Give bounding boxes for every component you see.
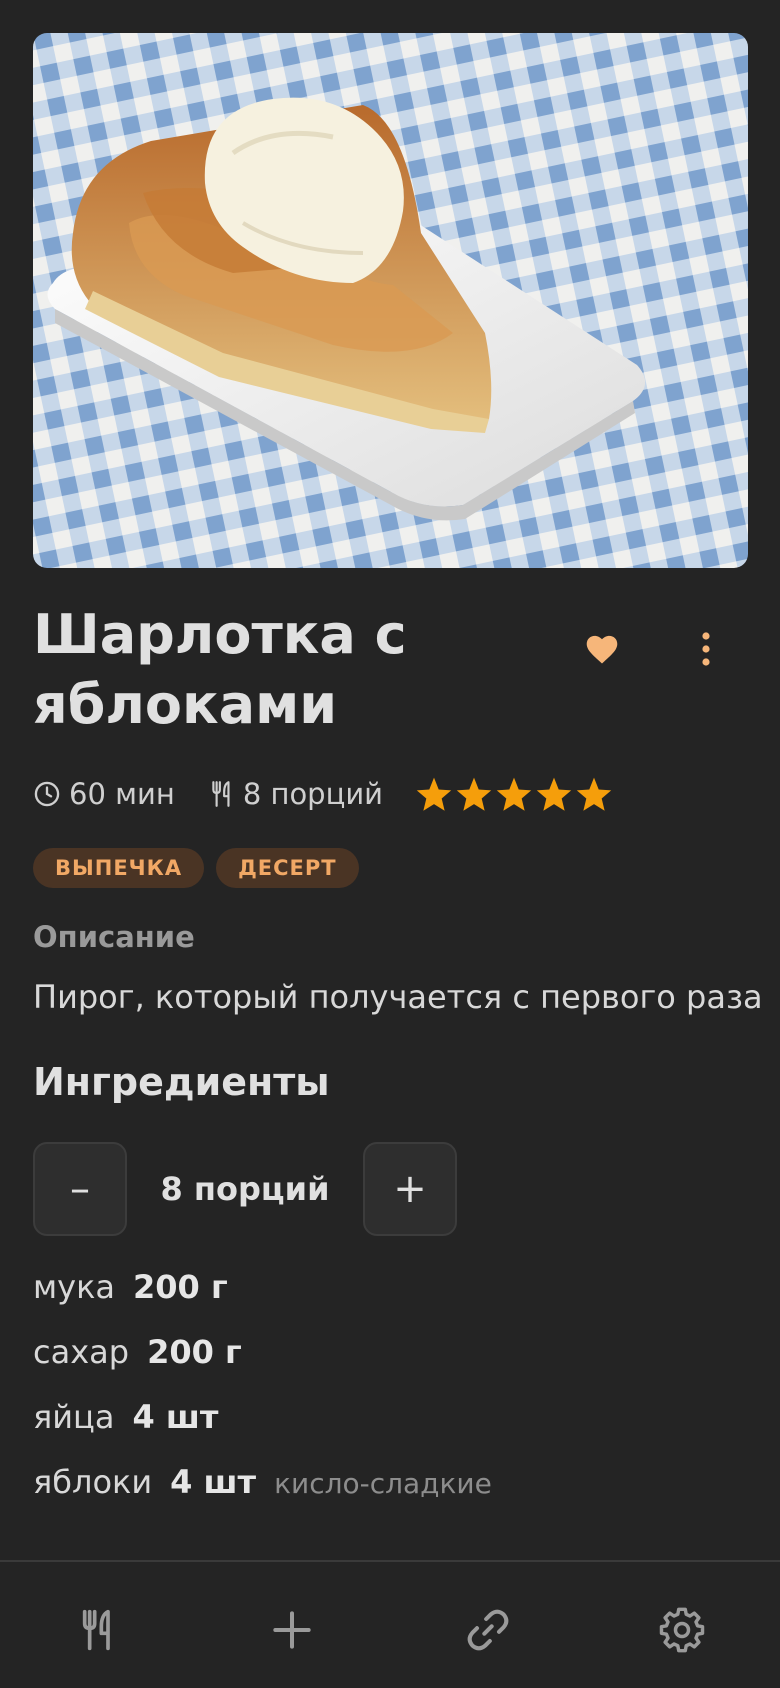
ingredient-list: мука 200 г сахар 200 г яйца 4 шт яблоки 4 шт… xyxy=(33,1255,492,1515)
servings-text: 8 порций xyxy=(242,777,384,811)
star-icon xyxy=(456,777,492,811)
ingredient-item: яйца 4 шт xyxy=(33,1385,492,1450)
recipe-photo xyxy=(33,33,748,568)
cutlery-icon xyxy=(82,1609,110,1651)
heart-icon xyxy=(586,635,618,664)
ingredient-name: мука xyxy=(33,1268,116,1306)
ingredient-item: мука 200 г xyxy=(33,1255,492,1320)
description-text: Пирог, который получается с первого раза xyxy=(33,978,763,1016)
plus-icon: + xyxy=(393,1166,427,1212)
gear-icon xyxy=(659,1607,705,1653)
nav-recipes-button[interactable] xyxy=(70,1602,126,1658)
tag-dessert[interactable]: ДЕСЕРТ xyxy=(216,848,359,888)
link-icon xyxy=(467,1609,509,1651)
nav-settings-button[interactable] xyxy=(654,1602,710,1658)
ingredient-name: сахар xyxy=(33,1333,130,1371)
cook-time: 60 мин xyxy=(33,777,175,811)
tag-baking[interactable]: ВЫПЕЧКА xyxy=(33,848,205,888)
recipe-title: Шарлотка с яблоками xyxy=(33,603,407,736)
ingredient-quantity: 200 г xyxy=(147,1333,242,1371)
ingredient-item: сахар 200 г xyxy=(33,1320,492,1385)
ingredient-name: яйца xyxy=(33,1398,115,1436)
more-options-button[interactable] xyxy=(682,625,730,673)
clock-icon xyxy=(34,781,60,807)
star-icon xyxy=(416,777,452,811)
recipe-meta: 60 мин 8 порций xyxy=(33,770,615,818)
ingredient-item: яблоки 4 шт кисло-сладкие xyxy=(33,1450,492,1515)
favorite-button[interactable] xyxy=(578,625,626,673)
star-icon xyxy=(536,777,572,811)
ingredient-quantity: 4 шт xyxy=(132,1398,219,1436)
nav-import-link-button[interactable] xyxy=(460,1602,516,1658)
ingredient-name: яблоки xyxy=(33,1463,153,1501)
cutlery-icon xyxy=(212,781,230,807)
tag-list: ВЫПЕЧКА ДЕСЕРТ xyxy=(33,848,371,888)
ingredient-note: кисло-сладкие xyxy=(274,1467,492,1500)
ingredients-heading: Ингредиенты xyxy=(33,1060,330,1104)
nav-add-button[interactable] xyxy=(264,1602,320,1658)
more-vertical-icon xyxy=(702,632,710,666)
servings-stepper-value: 8 порций xyxy=(160,1170,330,1208)
plus-icon xyxy=(273,1611,311,1649)
star-icon xyxy=(496,777,532,811)
description-label: Описание xyxy=(33,920,195,954)
ingredient-quantity: 200 г xyxy=(133,1268,228,1306)
star-icon xyxy=(576,777,612,811)
increase-servings-button[interactable]: + xyxy=(363,1142,457,1236)
ingredient-quantity: 4 шт xyxy=(170,1463,257,1501)
cook-time-text: 60 мин xyxy=(69,777,175,811)
servings: 8 порций xyxy=(209,777,383,811)
bottom-navigation xyxy=(0,1560,780,1688)
decrease-servings-button[interactable]: – xyxy=(33,1142,127,1236)
rating-stars xyxy=(415,776,615,812)
minus-icon: – xyxy=(70,1166,90,1212)
